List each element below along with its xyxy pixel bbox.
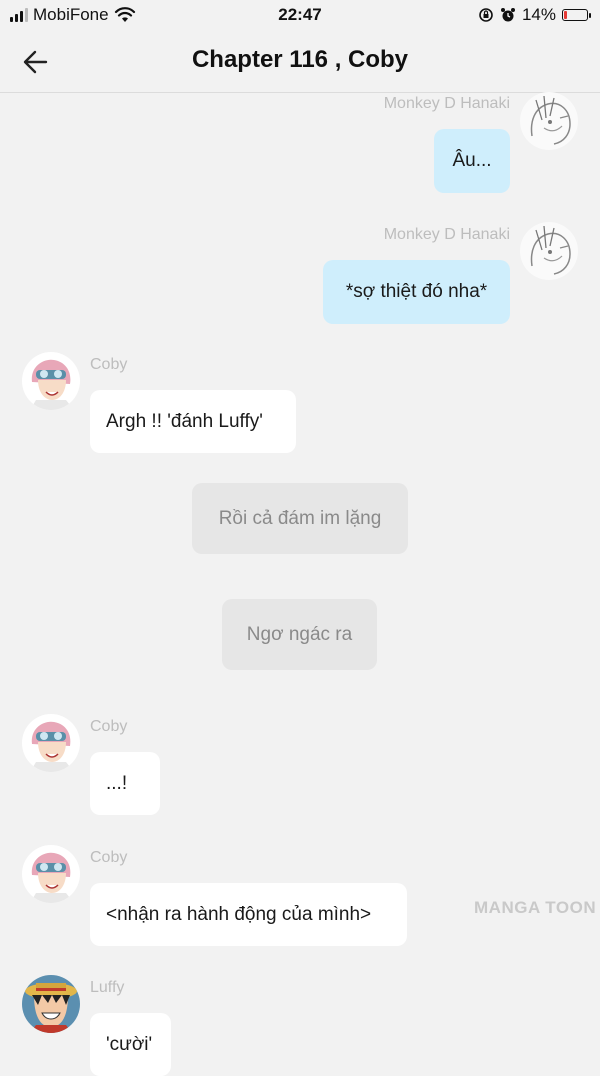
avatar[interactable] bbox=[22, 975, 80, 1033]
sender-name: Luffy bbox=[90, 979, 125, 996]
avatar[interactable] bbox=[520, 222, 578, 280]
sketch-avatar-icon bbox=[520, 222, 578, 280]
sender-name: Monkey D Hanaki bbox=[383, 95, 510, 112]
battery-icon bbox=[562, 9, 591, 21]
sender-name: Coby bbox=[90, 356, 128, 373]
chat-bubble: Argh !! 'đánh Luffy' bbox=[90, 390, 296, 453]
avatar[interactable] bbox=[22, 352, 80, 410]
chat-bubble: *sợ thiệt đó nha* bbox=[323, 260, 510, 324]
page-title: Chapter 116 , Coby bbox=[191, 46, 409, 73]
sender-name: Monkey D Hanaki bbox=[383, 226, 510, 243]
status-right: 14% bbox=[478, 5, 591, 25]
header: Chapter 116 , Coby bbox=[0, 32, 600, 93]
chat-bubble: ...! bbox=[90, 752, 160, 815]
orientation-lock-icon bbox=[479, 8, 493, 22]
sender-name: Coby bbox=[90, 849, 128, 866]
avatar[interactable] bbox=[22, 845, 80, 903]
coby-avatar-icon bbox=[22, 845, 80, 903]
battery-percent: 14% bbox=[521, 5, 556, 24]
narration-bubble: Rồi cả đám im lặng bbox=[192, 483, 408, 554]
luffy-avatar-icon bbox=[22, 975, 80, 1033]
alarm-icon bbox=[500, 8, 515, 22]
chat-bubble: <nhận ra hành động của mình> bbox=[90, 883, 407, 946]
watermark: MANGA TOON bbox=[474, 898, 597, 917]
coby-avatar-icon bbox=[22, 714, 80, 772]
avatar[interactable] bbox=[22, 714, 80, 772]
narration-bubble: Ngơ ngác ra bbox=[222, 599, 377, 670]
sketch-avatar-icon bbox=[520, 92, 578, 150]
status-bar: MobiFone 22:47 14% bbox=[0, 0, 600, 32]
avatar[interactable] bbox=[520, 92, 578, 150]
chat-bubble: Âu... bbox=[434, 129, 510, 193]
sender-name: Coby bbox=[90, 718, 128, 735]
coby-avatar-icon bbox=[22, 352, 80, 410]
